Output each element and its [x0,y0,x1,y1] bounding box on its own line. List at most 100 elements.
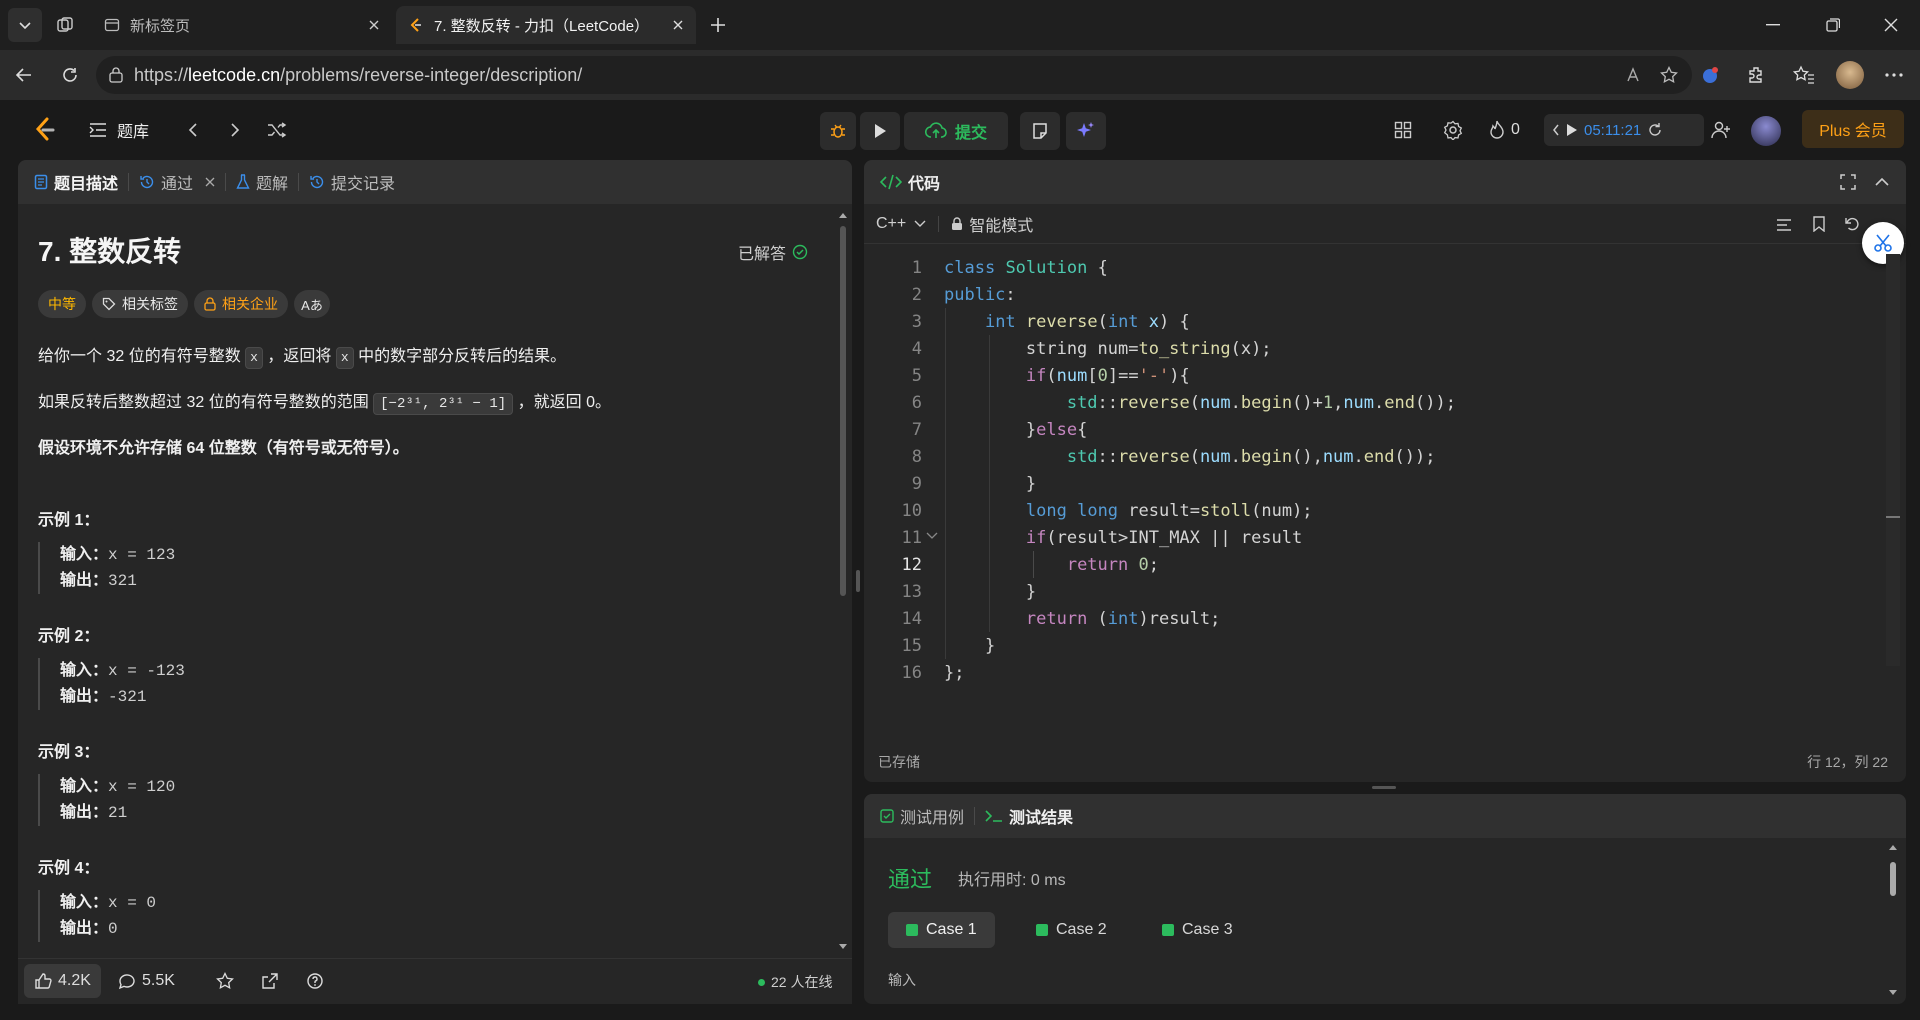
example-output: -321 [108,688,147,706]
layout-icon[interactable] [1389,116,1417,144]
star-icon[interactable] [212,968,238,994]
url-field[interactable]: https://leetcode.cn/problems/reverse-int… [96,56,1692,94]
tab-submissions[interactable]: 提交记录 [299,160,405,204]
timer-widget[interactable]: 05:11:21 [1544,114,1704,146]
example-input: x = -123 [108,662,185,680]
companies-tag[interactable]: 相关企业 [194,290,288,318]
result-scrollbar[interactable] [1888,842,1898,998]
settings-gear-icon[interactable] [1439,116,1467,144]
extension-blue-icon[interactable] [1698,63,1722,87]
play-timer-icon[interactable] [1566,123,1578,137]
example-4: 示例 4： 输入：x = 0 输出：0 [38,854,838,942]
close-tab-icon[interactable] [672,19,684,31]
description-paragraph-2: 如果反转后整数超过 32 位的有符号整数的范围 [−2³¹, 2³¹ − 1] … [38,388,611,415]
streak-counter[interactable]: 0 [1489,116,1520,144]
prev-problem-icon[interactable] [179,116,207,144]
undo-reset-icon[interactable] [1844,216,1860,232]
tab-actions-icon[interactable] [8,8,42,42]
collapse-icon[interactable] [1874,174,1890,190]
restore-icon[interactable] [1804,0,1862,50]
tab-solutions[interactable]: 题解 [226,160,298,204]
code-editor[interactable]: 1 class Solution { 2 public: 3 int reverse… [870,254,1886,714]
next-problem-icon[interactable] [221,116,249,144]
example-block: 输入：x = -123 输出：-321 [38,658,838,710]
example-output: 0 [108,920,118,938]
minimize-icon[interactable] [1744,0,1802,50]
example-block: 输入：x = 0 输出：0 [38,890,838,942]
history-icon [139,174,155,190]
random-problem-icon[interactable] [263,116,291,144]
code-line: 1 class Solution { [870,254,1886,281]
close-window-icon[interactable] [1862,0,1920,50]
code-line: 10 long long result=stoll(num); [870,497,1886,524]
user-avatar[interactable] [1751,116,1781,146]
favorite-star-icon[interactable] [1660,66,1678,84]
topics-tag[interactable]: 相关标签 [92,290,188,318]
desc-text: 给你一个 32 位的有符号整数 [38,348,246,365]
submit-button[interactable]: 提交 [904,112,1008,150]
code-line: 11 if(result>INT_MAX || result [870,524,1886,551]
like-button[interactable]: 4.2K [24,964,101,998]
problem-list-button[interactable]: 题库 [89,116,149,144]
share-icon[interactable] [257,968,283,994]
line-number: 14 [901,608,922,629]
case-2-button[interactable]: Case 2 [1018,912,1125,948]
extensions-icon[interactable] [1744,63,1768,87]
help-icon[interactable] [302,968,328,994]
case-1-button[interactable]: Case 1 [888,912,995,948]
check-circle-icon [792,244,808,260]
tab-description[interactable]: 题目描述 [34,160,128,204]
notes-button[interactable] [1020,112,1060,150]
fullscreen-icon[interactable] [1840,174,1856,190]
line-number: 12 [901,554,922,575]
new-tab-icon[interactable] [706,13,730,37]
line-number: 6 [911,392,922,413]
tab-accepted[interactable]: 通过 [129,160,225,204]
favorites-icon[interactable] [1792,63,1816,87]
profile-avatar[interactable] [1836,61,1864,89]
case-3-button[interactable]: Case 3 [1144,912,1251,948]
code-scrollbar[interactable] [1886,254,1900,666]
debug-button[interactable] [820,112,856,150]
back-icon[interactable] [12,63,36,87]
problem-tabs: 题目描述 通过 题解 提交记录 [18,160,852,204]
browser-tab-newtab[interactable]: 新标签页 [92,6,392,44]
leetcode-top-nav: 题库 提交 0 05:11:21 Plus 会员 [7,102,1913,158]
font-size-button[interactable]: Aあ [294,290,330,318]
problem-scrollbar[interactable] [838,210,848,952]
comments-button[interactable]: 5.5K [118,964,175,998]
vertical-splitter[interactable] [856,570,860,592]
more-menu-icon[interactable] [1882,63,1906,87]
cursor-position: 行 12，列 22 [1807,754,1888,770]
example-3: 示例 3： 输入：x = 120 输出：21 [38,738,838,826]
tab-test-result[interactable]: 测试结果 [975,794,1083,838]
language-label: C++ [876,214,907,232]
add-friend-icon[interactable] [1707,116,1735,144]
bug-icon [829,122,847,140]
close-tab-icon[interactable] [368,19,380,31]
fold-chevron-icon[interactable] [926,532,938,540]
leetcode-logo-icon[interactable] [31,116,59,144]
chevron-left-icon[interactable] [1552,123,1560,137]
site-info-icon[interactable] [108,67,124,83]
reset-timer-icon[interactable] [1647,122,1663,138]
format-code-icon[interactable] [1776,218,1792,232]
example-block: 输入：x = 123 输出：321 [38,542,838,594]
close-icon[interactable] [205,177,215,187]
browser-tab-leetcode[interactable]: 7. 整数反转 - 力扣（LeetCode） [396,6,696,44]
comment-icon [118,972,136,990]
language-select[interactable]: C++ [876,215,926,233]
run-button[interactable] [860,112,900,150]
workspaces-icon[interactable] [52,12,78,38]
read-aloud-icon[interactable] [1626,66,1644,84]
smart-mode-toggle[interactable]: 智能模式 [951,212,1033,236]
cloud-upload-icon [924,122,947,140]
output-label: 输出： [60,688,109,705]
ai-assistant-button[interactable] [1066,112,1106,150]
inline-code-x: x [335,347,354,369]
plus-membership-button[interactable]: Plus 会员 [1802,110,1904,148]
bookmark-icon[interactable] [1812,216,1826,232]
horizontal-splitter[interactable] [1372,786,1396,789]
tab-testcases[interactable]: 测试用例 [880,794,974,838]
refresh-icon[interactable] [58,63,82,87]
